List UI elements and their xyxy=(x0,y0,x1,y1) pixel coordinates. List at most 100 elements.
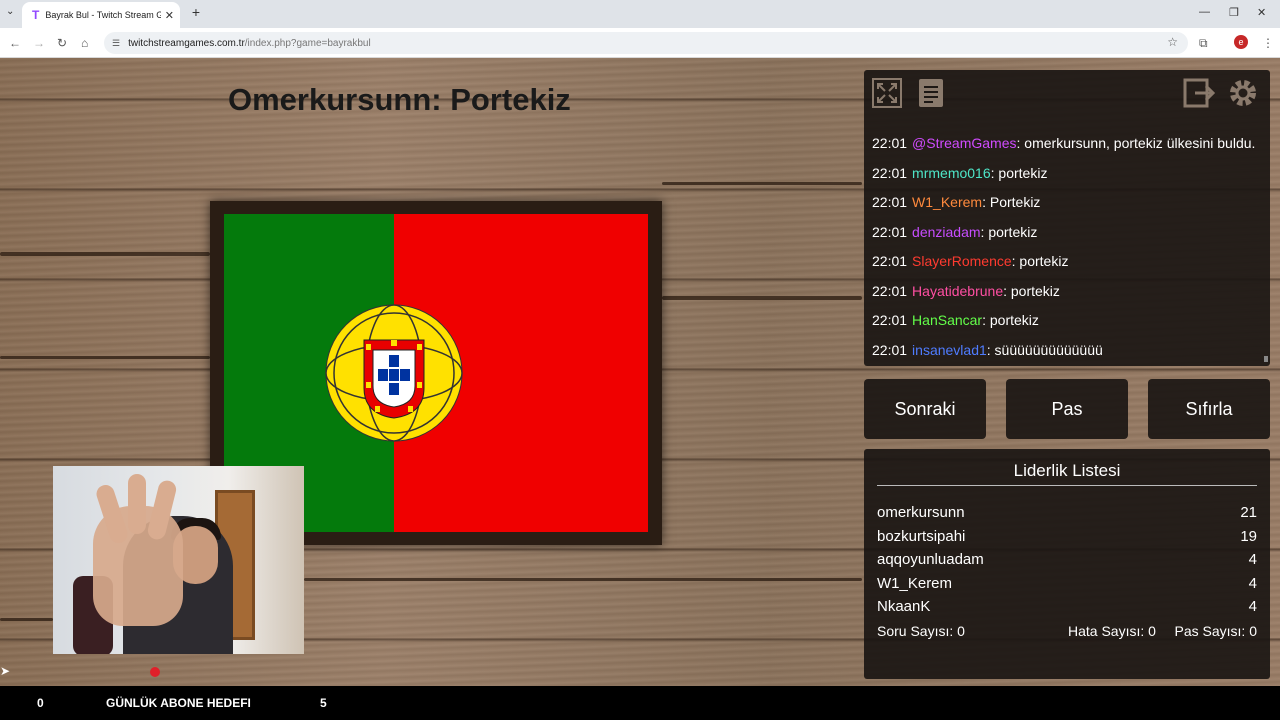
browser-tab[interactable]: T Bayrak Bul - Twitch Stream Games ✕ xyxy=(22,2,180,28)
chat-text: : omerkursunn, portekiz ülkesini buldu. xyxy=(1016,135,1256,151)
reload-icon[interactable]: ↻ xyxy=(57,36,67,50)
recording-dot xyxy=(150,667,160,677)
wood-crack xyxy=(662,182,862,185)
wood-crack xyxy=(0,618,53,621)
chat-time: 22:01 xyxy=(872,312,908,328)
chat-text: : süüüüüüüüüüüüü xyxy=(986,341,1103,358)
next-button[interactable]: Sonraki xyxy=(864,379,986,439)
chat-time: 22:01 xyxy=(872,282,908,299)
tab-close-icon[interactable]: ✕ xyxy=(165,9,174,22)
chat-text: : Portekiz xyxy=(982,194,1041,210)
leaderboard-row: NkaanK 4 xyxy=(877,598,1257,615)
leaderboard-score: 4 xyxy=(1248,575,1257,592)
webcam-finger xyxy=(128,474,146,534)
goal-current: 0 xyxy=(37,696,44,710)
chat-message: 22:01 SlayerRomence: portekiz xyxy=(872,250,1264,280)
profile-avatar[interactable]: e xyxy=(1234,35,1248,49)
wood-crack xyxy=(304,578,862,581)
chat-user: @StreamGames xyxy=(912,135,1017,151)
new-tab-button[interactable]: + xyxy=(188,5,204,21)
cursor-icon: ➤ xyxy=(0,664,11,678)
leaderboard-name: bozkurtsipahi xyxy=(877,528,966,545)
chat-user: denziadam xyxy=(912,223,981,240)
forward-icon[interactable]: → xyxy=(33,36,45,50)
browser-tab-bar: ⌄ T Bayrak Bul - Twitch Stream Games ✕ +… xyxy=(0,0,1280,28)
chat-panel: 22:01 @StreamGames: omerkursunn, portekiz… xyxy=(864,70,1270,366)
game-page: Omerkursunn: Portekiz ➤ 22:01 @StreamGam… xyxy=(0,58,1280,686)
chat-time: 22:01 xyxy=(872,341,908,358)
chat-user: HanSancar xyxy=(912,312,983,328)
chat-message: 22:01 Hayatidebrune: portekiz xyxy=(872,280,1264,310)
tab-search-chevron-icon[interactable]: ⌄ xyxy=(6,6,14,17)
url-input[interactable]: ☰ twitchstreamgames.com.tr/index.php?gam… xyxy=(104,32,1188,54)
address-toolbar: ← → ↻ ⌂ ☰ twitchstreamgames.com.tr/index… xyxy=(0,28,1280,58)
leaderboard-name: aqqoyunluadam xyxy=(877,551,984,568)
webcam-overlay xyxy=(53,466,304,654)
exit-icon[interactable] xyxy=(1180,74,1218,112)
wood-crack xyxy=(662,296,862,300)
leaderboard-row: aqqoyunluadam 4 xyxy=(877,551,1257,568)
leaderboard-panel: Liderlik Listesi omerkursunn 21 bozkurtsi… xyxy=(864,449,1270,679)
chat-user: Hayatidebrune xyxy=(912,282,1004,299)
chat-user: insanevlad1 xyxy=(912,341,987,358)
chat-user: W1_Kerem xyxy=(912,194,983,210)
wood-crack xyxy=(0,356,210,359)
chat-scrollbar[interactable] xyxy=(1264,356,1268,362)
chat-message: 22:01 @StreamGames: omerkursunn, portekiz… xyxy=(872,132,1264,162)
leaderboard-score: 21 xyxy=(1240,504,1257,521)
leaderboard-name: W1_Kerem xyxy=(877,575,953,592)
leaderboard-row: W1_Kerem 4 xyxy=(877,575,1257,592)
leaderboard-score: 19 xyxy=(1240,528,1257,545)
chat-message: 22:01 W1_Kerem: Portekiz xyxy=(872,191,1264,221)
leaderboard-title: Liderlik Listesi xyxy=(877,461,1257,486)
home-icon[interactable]: ⌂ xyxy=(81,36,88,50)
chat-text: : portekiz xyxy=(980,223,1038,240)
page-title: Omerkursunn: Portekiz xyxy=(228,82,571,117)
subscriber-goal-bar: 0 GÜNLÜK ABONE HEDEFI 5 xyxy=(0,686,1280,720)
goal-label: GÜNLÜK ABONE HEDEFI xyxy=(106,696,251,710)
url-host: twitchstreamgames.com.tr xyxy=(128,37,245,49)
settings-icon[interactable] xyxy=(1224,74,1262,112)
tab-title: Bayrak Bul - Twitch Stream Games xyxy=(45,10,161,20)
log-icon[interactable] xyxy=(912,74,950,112)
chat-text: : portekiz xyxy=(1011,253,1069,269)
extensions-icon[interactable]: ⧉ xyxy=(1199,36,1208,51)
armillary-sphere-emblem xyxy=(325,304,463,442)
question-count: Soru Sayısı: 0 xyxy=(877,623,965,639)
star-icon[interactable]: ☆ xyxy=(1167,35,1178,49)
minimize-icon[interactable]: — xyxy=(1199,6,1210,18)
chat-message: 22:01 mrmemo016: portekiz xyxy=(872,162,1264,192)
chat-text: : portekiz xyxy=(1003,282,1060,299)
url-path: /index.php?game=bayrakbul xyxy=(244,37,371,49)
fullscreen-icon[interactable] xyxy=(868,74,906,112)
goal-target: 5 xyxy=(320,696,327,710)
leaderboard-score: 4 xyxy=(1248,551,1257,568)
chat-time: 22:01 xyxy=(872,253,908,269)
leaderboard-row: bozkurtsipahi 19 xyxy=(877,528,1257,545)
site-info-icon[interactable]: ☰ xyxy=(112,38,120,49)
chat-message: 22:01 insanevlad1: süüüüüüüüüüüüü xyxy=(872,339,1264,369)
leaderboard-name: NkaanK xyxy=(877,598,931,615)
error-count: Hata Sayısı: 0 xyxy=(1068,623,1156,639)
chat-time: 22:01 xyxy=(872,194,908,210)
chat-time: 22:01 xyxy=(872,223,908,240)
chat-user: SlayerRomence xyxy=(912,253,1012,269)
leaderboard-score: 4 xyxy=(1248,598,1257,615)
leaderboard-row: omerkursunn 21 xyxy=(877,504,1257,521)
back-icon[interactable]: ← xyxy=(9,36,21,50)
chat-text: : portekiz xyxy=(990,164,1048,181)
menu-icon[interactable]: ⋮ xyxy=(1262,36,1274,50)
chat-time: 22:01 xyxy=(872,135,908,151)
window-close-icon[interactable]: ✕ xyxy=(1257,6,1266,19)
chat-text: : portekiz xyxy=(982,312,1039,328)
chat-user: mrmemo016 xyxy=(912,164,991,181)
reset-button[interactable]: Sıfırla xyxy=(1148,379,1270,439)
chat-message: 22:01 HanSancar: portekiz xyxy=(872,309,1264,339)
chat-time: 22:01 xyxy=(872,164,908,181)
wood-crack xyxy=(0,252,210,256)
restore-icon[interactable]: ❐ xyxy=(1229,6,1239,19)
pass-button[interactable]: Pas xyxy=(1006,379,1128,439)
leaderboard-name: omerkursunn xyxy=(877,504,965,521)
pass-count: Pas Sayısı: 0 xyxy=(1174,623,1257,639)
chat-message: 22:01 denziadam: portekiz xyxy=(872,221,1264,251)
